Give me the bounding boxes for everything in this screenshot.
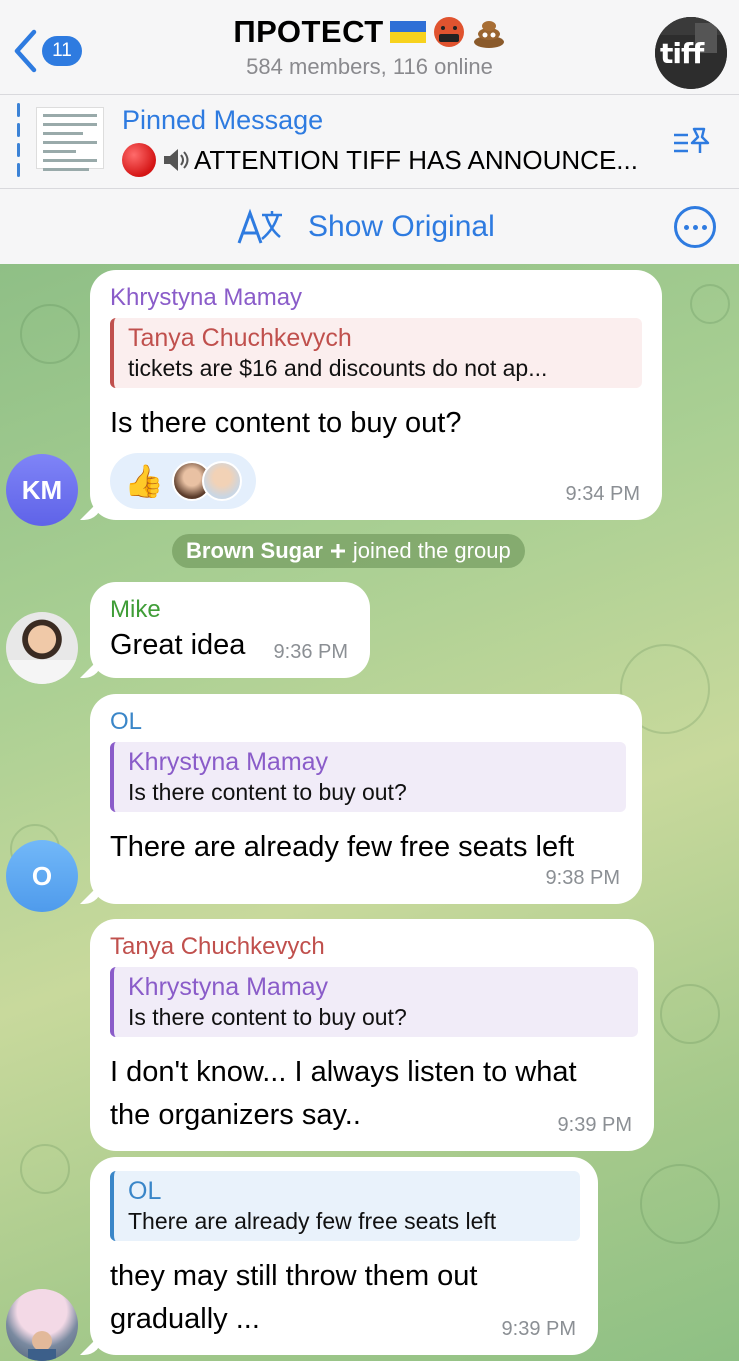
message-time: 9:39 PM xyxy=(501,1318,576,1340)
reply-text: Is there content to buy out? xyxy=(128,1004,407,1030)
sender-name: Mike xyxy=(110,596,161,623)
reply-quote[interactable]: Khrystyna Mamay Is there content to buy … xyxy=(110,742,626,812)
avatar-initials: O xyxy=(31,860,53,891)
reply-sender-name: Khrystyna Mamay xyxy=(128,748,329,776)
reply-sender-name: Khrystyna Mamay xyxy=(128,973,329,1001)
avatar[interactable]: KM xyxy=(6,454,78,526)
thumbs-up-icon: 👍 xyxy=(124,463,164,499)
user-photo-icon xyxy=(6,660,78,684)
reply-text: Is there content to buy out? xyxy=(128,779,407,805)
background-doodle xyxy=(640,1164,720,1244)
message-text-line: they may still throw them out xyxy=(110,1260,478,1292)
sender-name: Khrystyna Mamay xyxy=(110,284,303,311)
pinned-title: Pinned Message xyxy=(122,105,324,135)
reply-sender-name: Tanya Chuchkevych xyxy=(128,324,352,352)
service-message: Brown Sugar joined the group xyxy=(172,534,525,568)
member-count: 584 members, 116 online xyxy=(246,54,493,79)
message-bubble[interactable]: Mike Great idea 9:36 PM xyxy=(90,582,370,678)
message-time: 9:38 PM xyxy=(545,867,620,889)
pinned-list-icon[interactable] xyxy=(672,125,710,157)
message-text: Is there content to buy out? xyxy=(110,407,462,439)
plus-icon xyxy=(330,544,345,558)
avatar[interactable] xyxy=(6,1289,78,1361)
message-bubble[interactable]: OL There are already few free seats left… xyxy=(90,1157,598,1355)
message-time: 9:34 PM xyxy=(565,483,640,505)
more-options-button[interactable] xyxy=(674,206,716,248)
chat-header: 11 ПРОТЕСТ 584 members, 116 online tiff xyxy=(0,0,739,94)
angry-face-icon xyxy=(433,17,464,47)
reply-quote[interactable]: Khrystyna Mamay Is there content to buy … xyxy=(110,967,638,1037)
message-text-line: the organizers say.. xyxy=(110,1099,361,1131)
chat-area[interactable]: Khrystyna Mamay Tanya Chuchkevych ticket… xyxy=(0,264,739,1361)
reply-text: There are already few free seats left xyxy=(128,1208,497,1234)
message-time: 9:36 PM xyxy=(273,641,348,663)
user-photo-icon xyxy=(28,1331,56,1361)
sender-name: Tanya Chuchkevych xyxy=(110,933,325,960)
show-original-button[interactable]: Show Original xyxy=(236,207,495,247)
reaction-chip[interactable]: 👍 xyxy=(110,453,256,509)
reply-quote[interactable]: Tanya Chuchkevych tickets are $16 and di… xyxy=(110,318,642,388)
background-doodle xyxy=(20,304,80,364)
message-text: There are already few free seats left xyxy=(110,831,575,863)
reply-quote[interactable]: OL There are already few free seats left xyxy=(110,1171,580,1241)
red-circle-icon xyxy=(122,143,156,177)
chevron-left-icon xyxy=(14,29,37,73)
group-avatar-text: tiff xyxy=(660,37,704,70)
avatar[interactable]: O xyxy=(6,840,78,912)
show-original-label: Show Original xyxy=(308,210,495,243)
translate-bar: Show Original xyxy=(0,188,739,264)
translate-icon xyxy=(237,208,282,244)
speaker-icon xyxy=(164,149,189,171)
pinned-preview: ATTENTION TIFF HAS ANNOUNCE... xyxy=(122,143,638,177)
message-bubble[interactable]: Tanya Chuchkevych Khrystyna Mamay Is the… xyxy=(90,919,654,1151)
reactor-avatar xyxy=(201,461,242,501)
pinned-message-bar[interactable]: Pinned Message ATTENTION TIFF HAS ANNOUN… xyxy=(0,94,739,188)
sender-name: OL xyxy=(110,708,143,735)
ukraine-flag-icon xyxy=(389,21,426,43)
poop-icon xyxy=(473,21,504,48)
unread-count-badge: 11 xyxy=(42,36,82,66)
back-button[interactable]: 11 xyxy=(12,28,82,74)
service-text: joined the group xyxy=(352,538,511,563)
group-avatar[interactable]: tiff xyxy=(655,17,727,89)
avatar[interactable] xyxy=(6,612,78,684)
message-bubble[interactable]: OL Khrystyna Mamay Is there content to b… xyxy=(90,694,642,904)
pinned-thumbnail xyxy=(36,107,104,171)
background-doodle xyxy=(20,1144,70,1194)
message-time: 9:39 PM xyxy=(557,1114,632,1136)
reply-sender-name: OL xyxy=(128,1177,162,1205)
message-text-line: I don't know... I always listen to what xyxy=(110,1056,577,1088)
background-doodle xyxy=(660,984,720,1044)
avatar-initials: KM xyxy=(21,474,63,505)
background-doodle xyxy=(690,284,730,324)
pinned-indicator xyxy=(17,103,21,183)
pinned-text: ATTENTION TIFF HAS ANNOUNCE... xyxy=(194,144,638,175)
message-bubble[interactable]: Khrystyna Mamay Tanya Chuchkevych ticket… xyxy=(90,270,662,520)
reply-text: tickets are $16 and discounts do not ap.… xyxy=(128,355,548,381)
chat-title-area[interactable]: ПРОТЕСТ 584 members, 116 online xyxy=(150,14,589,80)
joined-user-name: Brown Sugar xyxy=(186,538,323,563)
chat-title: ПРОТЕСТ xyxy=(233,14,384,49)
